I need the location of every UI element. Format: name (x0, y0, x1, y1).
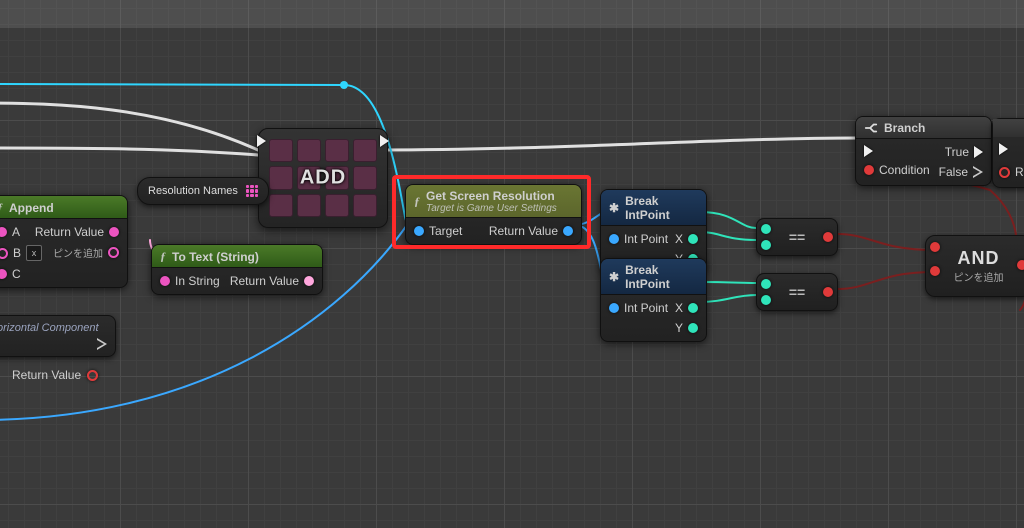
horizontal-component-node[interactable]: orizontal Component (0, 315, 116, 357)
and-a-pin[interactable] (930, 242, 940, 252)
and-out-pin[interactable] (1017, 260, 1024, 270)
get-screen-resolution-node[interactable]: ƒ Get Screen Resolution Target is Game U… (405, 184, 582, 245)
pin-b-default[interactable]: x (26, 245, 42, 261)
screenres-target-pin[interactable] (414, 226, 424, 236)
append-return-pin[interactable] (109, 227, 119, 237)
branch-title: Branch (884, 121, 925, 135)
to-text-out-label: Return Value (230, 274, 299, 288)
pin-c-label: C (12, 267, 21, 281)
pin-b[interactable] (0, 248, 8, 259)
exec-in-pin[interactable] (257, 135, 266, 147)
break1-title: Break IntPoint (625, 194, 698, 222)
screenres-title: Get Screen Resolution (426, 189, 555, 203)
pin-c[interactable] (0, 269, 7, 279)
pin-a-label: A (12, 225, 20, 239)
break2-in-pin[interactable] (609, 303, 619, 313)
to-text-title: To Text (String) (172, 250, 259, 264)
screenres-return-label: Return Value (489, 224, 558, 238)
and-node[interactable]: AND ピンを追加 (925, 235, 1024, 297)
branch-condition-pin[interactable] (864, 165, 874, 175)
break2-title: Break IntPoint (625, 263, 698, 291)
function-icon: ƒ (160, 249, 166, 264)
add-macro-grid-icon (265, 135, 381, 221)
equals-node-2[interactable]: == (756, 273, 838, 311)
equals-node-1[interactable]: == (756, 218, 838, 256)
eq1-out-pin[interactable] (823, 232, 833, 242)
horizontal-component-label: orizontal Component (0, 322, 99, 334)
edge-bool-pin[interactable] (999, 167, 1010, 178)
branch-condition-label: Condition (879, 163, 930, 177)
exec-out-pin[interactable] (380, 135, 389, 147)
exec-out-pin[interactable] (97, 338, 107, 350)
add-macro-node[interactable]: ADD (258, 128, 388, 228)
branch-header: Branch (856, 117, 991, 139)
append-add-pin-label[interactable]: ピンを追加 (53, 245, 103, 260)
screenres-target-label: Target (429, 224, 462, 238)
branch-true-label: True (945, 145, 969, 159)
break2-x-pin[interactable] (688, 303, 698, 313)
eq2-b-pin[interactable] (761, 295, 771, 305)
branch-exec-in[interactable] (864, 145, 873, 157)
pin-b-label: B (13, 246, 21, 260)
to-text-in-label: In String (175, 274, 220, 288)
function-icon: ƒ (414, 194, 420, 209)
to-text-header: ƒ To Text (String) (152, 245, 322, 268)
return-value-pin[interactable] (87, 370, 98, 381)
and-b-pin[interactable] (930, 266, 940, 276)
top-toolbar-strip (0, 0, 1024, 28)
and-add-pin-label[interactable]: ピンを追加 (954, 269, 1004, 284)
to-text-in-pin[interactable] (160, 276, 170, 286)
break1-header: ✱ Break IntPoint (601, 190, 706, 226)
eq2-a-pin[interactable] (761, 279, 771, 289)
break2-x-label: X (675, 301, 683, 315)
eq1-label: == (789, 229, 805, 245)
and-label: AND (958, 248, 1000, 269)
append-node[interactable]: ƒ Append A Bx C Return Value ピンを追加 (0, 195, 128, 288)
to-text-out-pin[interactable] (304, 276, 314, 286)
eq2-out-pin[interactable] (823, 287, 833, 297)
append-add-pin[interactable] (108, 247, 119, 258)
break2-y-pin[interactable] (688, 323, 698, 333)
append-title: Append (9, 201, 54, 215)
function-icon: ƒ (0, 200, 3, 215)
break2-y-label: Y (675, 321, 683, 335)
break1-in-pin[interactable] (609, 234, 619, 244)
break1-in-label: Int Point (624, 232, 668, 246)
branch-false-pin[interactable] (973, 166, 983, 178)
eq2-label: == (789, 284, 805, 300)
eq1-b-pin[interactable] (761, 240, 771, 250)
branch-icon (864, 121, 878, 135)
edge-label: Re (1015, 165, 1024, 179)
screenres-return-pin[interactable] (563, 226, 573, 236)
eq1-a-pin[interactable] (761, 224, 771, 234)
break2-header: ✱ Break IntPoint (601, 259, 706, 295)
break-icon: ✱ (609, 201, 619, 215)
return-value-row: Return Value (12, 368, 98, 382)
variable-label: Resolution Names (148, 185, 238, 197)
append-return-label: Return Value (35, 225, 104, 239)
break1-x-label: X (675, 232, 683, 246)
branch-true-pin[interactable] (974, 146, 983, 158)
to-text-node[interactable]: ƒ To Text (String) In String Return Valu… (151, 244, 323, 295)
variable-resolution-names[interactable]: Resolution Names (137, 177, 269, 205)
break-icon: ✱ (609, 270, 619, 284)
append-header: ƒ Append (0, 196, 127, 219)
branch-node[interactable]: Branch Condition True False (855, 116, 992, 186)
break2-in-label: Int Point (624, 301, 668, 315)
partial-node-right[interactable]: Re (992, 118, 1024, 188)
screenres-subtitle: Target is Game User Settings (426, 203, 557, 214)
break-intpoint-node-2[interactable]: ✱ Break IntPoint Int Point X Y (600, 258, 707, 342)
array-icon (246, 185, 258, 197)
return-value-label: Return Value (12, 368, 81, 382)
branch-false-label: False (939, 165, 968, 179)
screenres-header: ƒ Get Screen Resolution Target is Game U… (406, 185, 581, 218)
edge-exec-in[interactable] (999, 143, 1008, 155)
break1-x-pin[interactable] (688, 234, 698, 244)
pin-a[interactable] (0, 227, 7, 237)
